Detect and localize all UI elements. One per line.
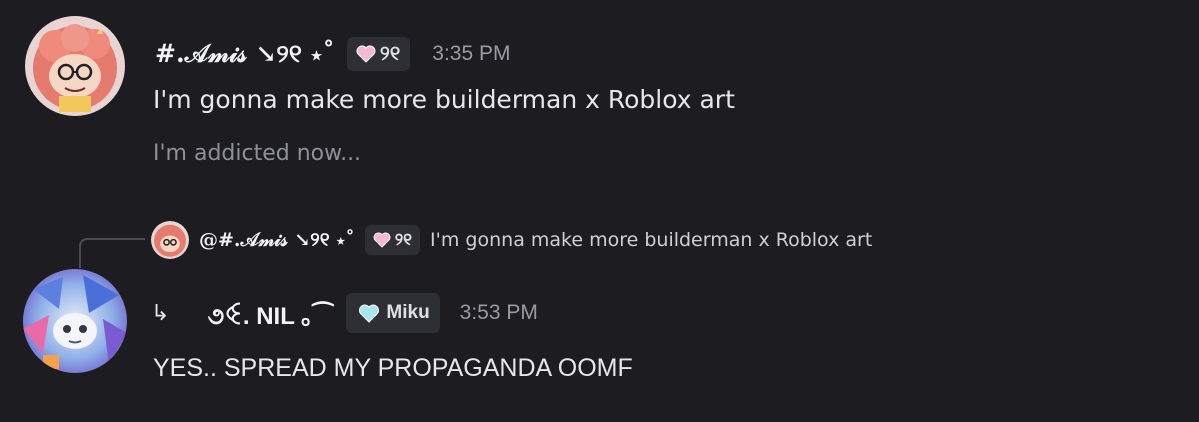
reply-preview-text: I'm gonna make more builderman x Roblox … — [430, 229, 873, 251]
avatar[interactable] — [23, 269, 127, 373]
reply-arrow: ↳ — [151, 300, 170, 326]
reply-connector — [79, 238, 145, 268]
avatar[interactable] — [25, 16, 125, 116]
reply-preview[interactable]: @#.𝒜𝓂𝒾𝓈 ↘୨୧ ⋆˚ ୨୧ I'm gonna make more bu… — [151, 221, 873, 259]
message-text: I'm addicted now... — [153, 141, 362, 166]
reply-avatar[interactable] — [151, 221, 189, 259]
timestamp: 3:35 PM — [432, 42, 511, 65]
message-header: #.𝒜𝓂𝒾𝓈 ↘୨୧ ⋆˚ ୨୧ 3:35 PM — [155, 36, 511, 72]
role-tag-label: Miku — [386, 302, 430, 323]
heart-icon — [356, 45, 376, 63]
reply-role-tag[interactable]: ୨୧ — [364, 225, 421, 255]
heart-icon — [373, 232, 391, 248]
heart-icon — [359, 304, 380, 323]
message-header: ↳ ૭ꒊ. NIL ｡⁀ Miku 3:53 PM — [151, 293, 538, 333]
role-tag[interactable]: ୨୧ — [346, 37, 411, 71]
timestamp: 3:53 PM — [459, 301, 538, 324]
username[interactable]: ૭ꒊ. NIL ｡⁀ — [207, 296, 332, 331]
role-tag-label: ୨୧ — [379, 42, 401, 65]
message-text: I'm gonna make more builderman x Roblox … — [153, 85, 735, 114]
chat-view: #.𝒜𝓂𝒾𝓈 ↘୨୧ ⋆˚ ୨୧ 3:35 PM I'm gonna make … — [0, 0, 1199, 422]
username[interactable]: #.𝒜𝓂𝒾𝓈 ↘୨୧ ⋆˚ — [155, 39, 335, 69]
role-tag[interactable]: Miku — [346, 293, 440, 333]
message-text: YES.. SPREAD MY PROPAGANDA OOMF — [153, 354, 633, 382]
reply-role-tag-label: ୨୧ — [394, 230, 413, 249]
reply-mention[interactable]: @#.𝒜𝓂𝒾𝓈 ↘୨୧ ⋆˚ — [199, 229, 355, 251]
